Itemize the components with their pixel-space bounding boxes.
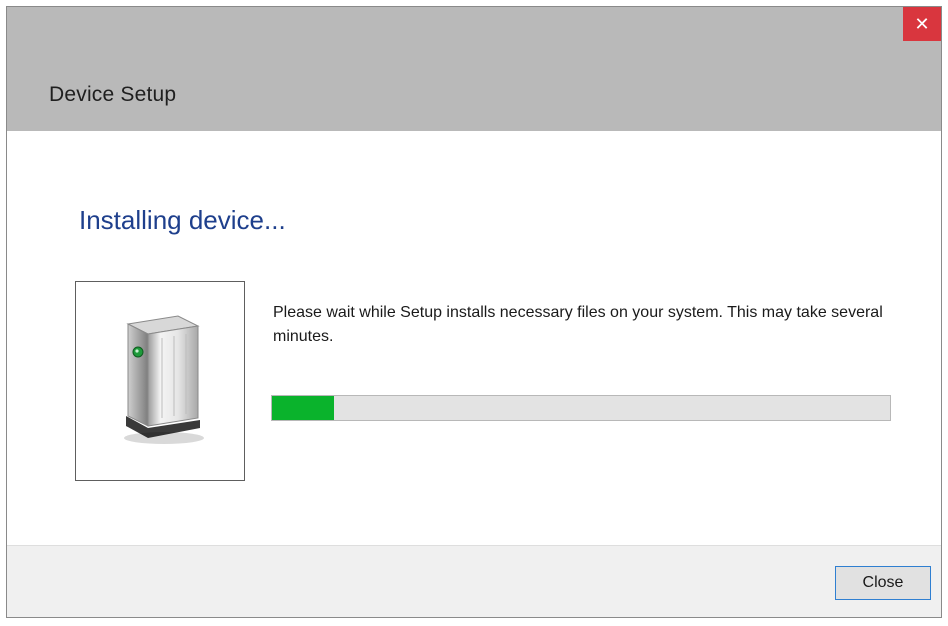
device-setup-window: Device Setup ✕ Installing device... Plea…: [6, 6, 942, 618]
title-bar: Device Setup ✕: [7, 7, 941, 131]
window-title: Device Setup: [49, 83, 177, 106]
close-button[interactable]: Close: [835, 566, 931, 600]
printer-device-icon: [124, 315, 204, 444]
install-progress-fill: [272, 396, 334, 420]
status-message: Please wait while Setup installs necessa…: [273, 304, 883, 345]
close-window-icon[interactable]: ✕: [903, 7, 941, 41]
dialog-footer: Close: [7, 545, 941, 617]
page-heading: Installing device...: [79, 205, 286, 235]
install-progress-bar: [271, 395, 891, 421]
device-icon-frame: [75, 281, 245, 481]
setup-content-panel: Installing device... Please wait while S…: [7, 131, 941, 545]
